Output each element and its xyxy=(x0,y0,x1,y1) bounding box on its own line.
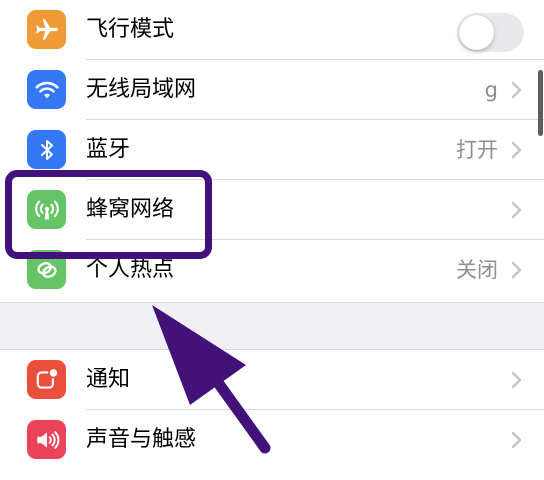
pointer-arrow-annotation xyxy=(152,305,271,454)
